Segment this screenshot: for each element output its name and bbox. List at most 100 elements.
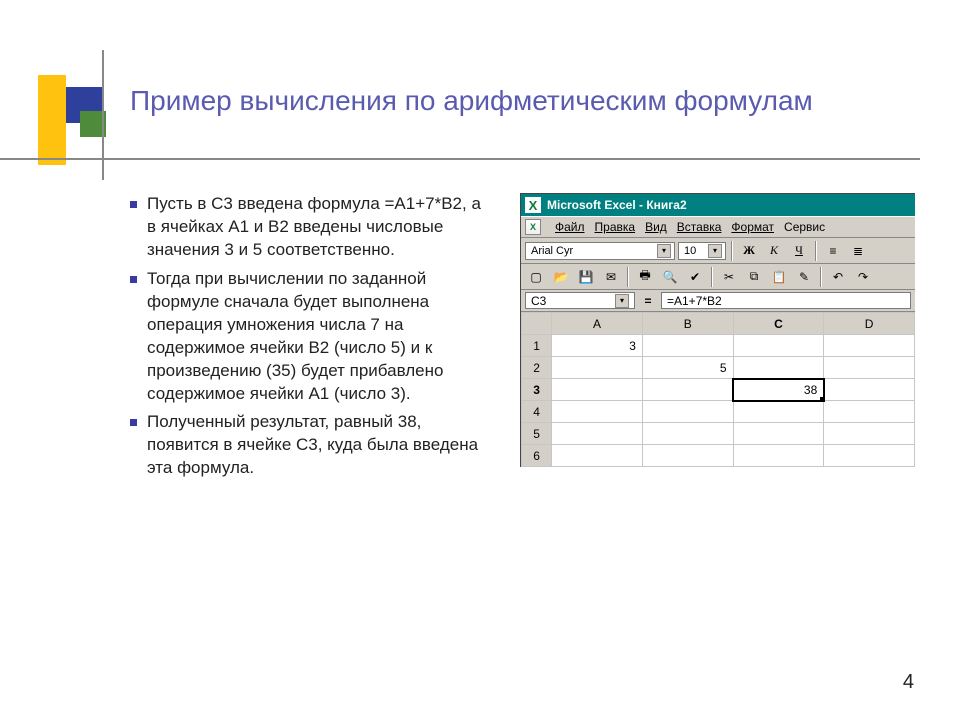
font-name-value: Arial Cyr bbox=[531, 245, 573, 257]
slide-title: Пример вычисления по арифметическим форм… bbox=[130, 83, 900, 118]
decor-vline bbox=[102, 50, 104, 180]
row-header[interactable]: 6 bbox=[522, 445, 552, 467]
bullet-list: Пусть в С3 введена формула =А1+7*В2, а в… bbox=[130, 193, 490, 480]
chevron-down-icon: ▾ bbox=[615, 294, 629, 308]
decor-hline bbox=[0, 158, 920, 160]
cell[interactable] bbox=[552, 357, 643, 379]
titlebar: X Microsoft Excel - Книга2 bbox=[521, 194, 915, 216]
cell[interactable] bbox=[552, 401, 643, 423]
menu-insert[interactable]: Вставка bbox=[677, 220, 722, 234]
column-header[interactable]: D bbox=[824, 313, 915, 335]
font-size-value: 10 bbox=[684, 245, 696, 257]
separator bbox=[711, 267, 713, 287]
font-name-combo[interactable]: Arial Cyr ▾ bbox=[525, 242, 675, 260]
cell[interactable] bbox=[733, 445, 824, 467]
formula-input[interactable]: =A1+7*B2 bbox=[661, 292, 911, 309]
chevron-down-icon: ▾ bbox=[708, 244, 722, 258]
redo-icon[interactable]: ↷ bbox=[852, 266, 874, 288]
format-toolbar: Arial Cyr ▾ 10 ▾ Ж К Ч ≡ ≣ bbox=[521, 238, 915, 264]
list-item-text: Пусть в С3 введена формула =А1+7*В2, а в… bbox=[147, 193, 490, 262]
standard-toolbar: ▢ 📂 💾 ✉ 🖶 🔍 ✔ ✂ ⧉ 📋 ✎ ↶ ↷ bbox=[521, 264, 915, 290]
column-header[interactable]: B bbox=[642, 313, 733, 335]
mail-icon[interactable]: ✉ bbox=[600, 266, 622, 288]
cell[interactable] bbox=[733, 423, 824, 445]
save-icon[interactable]: 💾 bbox=[575, 266, 597, 288]
cell[interactable] bbox=[824, 401, 915, 423]
align-center-button[interactable]: ≣ bbox=[847, 240, 869, 262]
separator bbox=[731, 241, 733, 261]
list-item-text: Полученный результат, равный 38, появитс… bbox=[147, 411, 490, 480]
cell[interactable] bbox=[824, 445, 915, 467]
workbook-icon: X bbox=[525, 219, 541, 235]
cell[interactable] bbox=[733, 335, 824, 357]
preview-icon[interactable]: 🔍 bbox=[659, 266, 681, 288]
select-all-cell[interactable] bbox=[522, 313, 552, 335]
spell-icon[interactable]: ✔ bbox=[684, 266, 706, 288]
menu-format[interactable]: Формат bbox=[731, 220, 774, 234]
column-header[interactable]: C bbox=[733, 313, 824, 335]
row-header[interactable]: 1 bbox=[522, 335, 552, 357]
page-number: 4 bbox=[903, 671, 914, 694]
print-icon[interactable]: 🖶 bbox=[634, 266, 656, 288]
cell[interactable]: 3 bbox=[552, 335, 643, 357]
cell[interactable] bbox=[642, 401, 733, 423]
excel-app-icon: X bbox=[525, 197, 541, 213]
cell[interactable] bbox=[824, 379, 915, 401]
cell[interactable] bbox=[824, 423, 915, 445]
cell[interactable] bbox=[824, 335, 915, 357]
row-header[interactable]: 4 bbox=[522, 401, 552, 423]
paste-icon[interactable]: 📋 bbox=[768, 266, 790, 288]
align-left-button[interactable]: ≡ bbox=[822, 240, 844, 262]
open-icon[interactable]: 📂 bbox=[550, 266, 572, 288]
row-header[interactable]: 5 bbox=[522, 423, 552, 445]
chevron-down-icon: ▾ bbox=[657, 244, 671, 258]
spreadsheet-grid[interactable]: ABCD1325338456 bbox=[521, 312, 915, 467]
menu-edit[interactable]: Правка bbox=[595, 220, 636, 234]
column-header[interactable]: A bbox=[552, 313, 643, 335]
underline-button[interactable]: Ч bbox=[788, 240, 810, 262]
cell[interactable]: 38 bbox=[733, 379, 824, 401]
separator bbox=[627, 267, 629, 287]
menubar: X Файл Правка Вид Вставка Формат Сервис bbox=[521, 216, 915, 238]
menu-file[interactable]: Файл bbox=[555, 220, 585, 234]
menu-service[interactable]: Сервис bbox=[784, 220, 825, 234]
separator bbox=[815, 241, 817, 261]
list-item-text: Тогда при вычислении по заданной формуле… bbox=[147, 268, 490, 406]
italic-button[interactable]: К bbox=[763, 240, 785, 262]
cell[interactable] bbox=[642, 445, 733, 467]
row-header[interactable]: 2 bbox=[522, 357, 552, 379]
row-header[interactable]: 3 bbox=[522, 379, 552, 401]
list-item: Тогда при вычислении по заданной формуле… bbox=[130, 268, 490, 406]
copy-icon[interactable]: ⧉ bbox=[743, 266, 765, 288]
decor-block bbox=[26, 75, 106, 165]
bullet-icon bbox=[130, 276, 137, 283]
cell[interactable] bbox=[733, 401, 824, 423]
name-box[interactable]: C3 ▾ bbox=[525, 292, 635, 309]
window-title: Microsoft Excel - Книга2 bbox=[547, 198, 687, 212]
cell[interactable] bbox=[552, 379, 643, 401]
cell[interactable] bbox=[552, 445, 643, 467]
cell[interactable] bbox=[733, 357, 824, 379]
font-size-combo[interactable]: 10 ▾ bbox=[678, 242, 726, 260]
undo-icon[interactable]: ↶ bbox=[827, 266, 849, 288]
new-icon[interactable]: ▢ bbox=[525, 266, 547, 288]
bullet-icon bbox=[130, 419, 137, 426]
list-item: Пусть в С3 введена формула =А1+7*В2, а в… bbox=[130, 193, 490, 262]
formula-value: =A1+7*B2 bbox=[667, 294, 722, 308]
formula-bar: C3 ▾ = =A1+7*B2 bbox=[521, 290, 915, 312]
cell[interactable] bbox=[642, 335, 733, 357]
cell[interactable] bbox=[824, 357, 915, 379]
format-painter-icon[interactable]: ✎ bbox=[793, 266, 815, 288]
menu-view[interactable]: Вид bbox=[645, 220, 667, 234]
cell[interactable] bbox=[642, 423, 733, 445]
cell[interactable] bbox=[642, 379, 733, 401]
separator bbox=[820, 267, 822, 287]
name-box-value: C3 bbox=[531, 294, 546, 308]
bold-button[interactable]: Ж bbox=[738, 240, 760, 262]
cell[interactable] bbox=[552, 423, 643, 445]
list-item: Полученный результат, равный 38, появитс… bbox=[130, 411, 490, 480]
decor-yellow bbox=[38, 75, 66, 165]
cut-icon[interactable]: ✂ bbox=[718, 266, 740, 288]
bullet-icon bbox=[130, 201, 137, 208]
cell[interactable]: 5 bbox=[642, 357, 733, 379]
